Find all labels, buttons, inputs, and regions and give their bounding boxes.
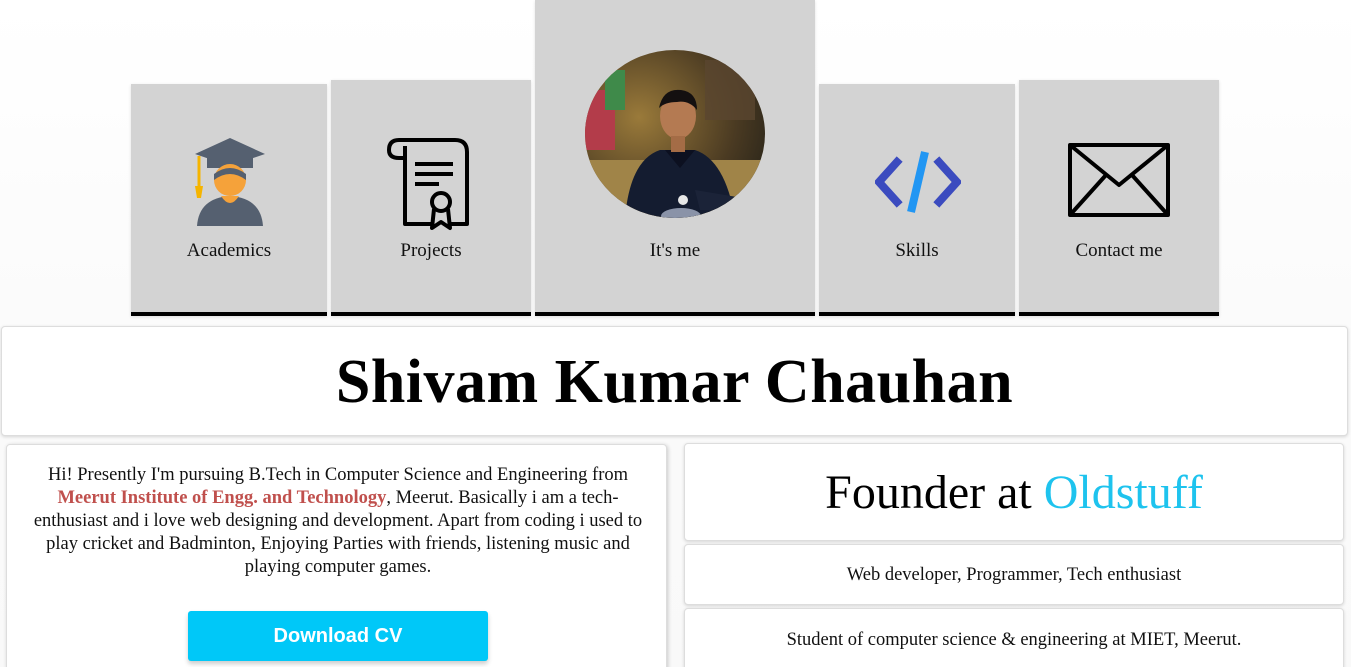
founder-heading: Founder at Oldstuff [685,444,1343,542]
graduate-icon [193,136,267,231]
tile-label-skills: Skills [895,240,939,261]
portfolio-page: Academics Projects It's me Skills Contac… [0,0,1351,667]
certificate-scroll-icon [387,138,471,237]
tile-label-projects: Projects [400,240,462,261]
role-card: Web developer, Programmer, Tech enthusia… [684,544,1344,605]
tile-label-its-me: It's me [649,240,701,261]
brand-link[interactable]: Oldstuff [1044,466,1203,519]
student-text: Student of computer science & engineerin… [786,630,1242,650]
tile-label-contact: Contact me [1075,240,1163,261]
nav-tile-projects[interactable]: Projects [331,80,531,316]
page-title: Shivam Kumar Chauhan [335,348,1014,416]
code-icon [873,150,963,219]
bio-intro: Hi! Presently I'm pursuing B.Tech in Com… [47,465,629,485]
student-card: Student of computer science & engineerin… [684,608,1344,667]
bio-text: Hi! Presently I'm pursuing B.Tech in Com… [33,464,643,579]
nav-tile-contact[interactable]: Contact me [1019,80,1219,316]
bio-card: Hi! Presently I'm pursuing B.Tech in Com… [6,444,667,667]
name-banner: Shivam Kumar Chauhan [1,326,1348,436]
nav-tile-its-me[interactable]: It's me [535,0,815,316]
profile-photo [585,50,765,218]
envelope-icon [1068,143,1170,222]
role-text: Web developer, Programmer, Tech enthusia… [846,565,1182,585]
institute-link[interactable]: Meerut Institute of Engg. and Technology [57,488,386,508]
nav-tile-skills[interactable]: Skills [819,84,1015,316]
founder-card: Founder at Oldstuff [684,443,1344,541]
download-cv-button[interactable]: Download CV [188,611,488,661]
tile-label-academics: Academics [186,240,272,261]
nav-tile-academics[interactable]: Academics [131,84,327,316]
founder-prefix: Founder at [825,466,1044,519]
